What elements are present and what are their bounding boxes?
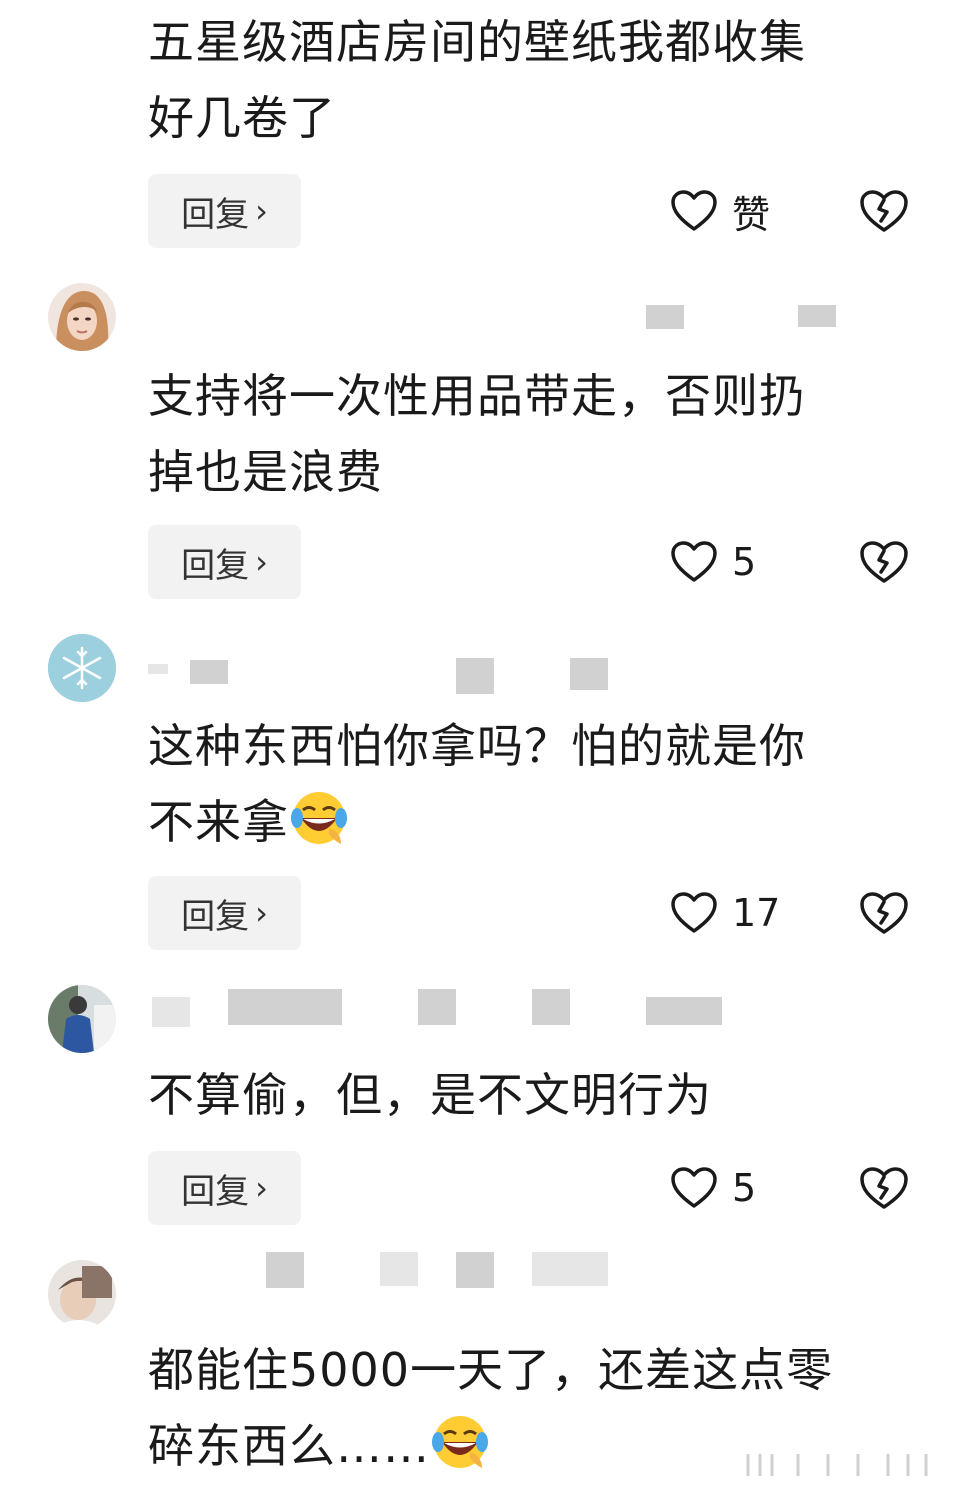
reply-label: 回复 — [181, 194, 250, 235]
comment-text: 支持将一次性用品带走，否则扔 掉也是浪费 — [148, 358, 918, 510]
username-blurred — [148, 1252, 848, 1292]
chevron-right-icon: › — [255, 543, 268, 581]
reply-button[interactable]: 回复 › — [148, 174, 301, 248]
like-button[interactable]: 赞 — [670, 174, 770, 248]
reply-button[interactable]: 回复 › — [148, 876, 301, 950]
woman-portrait-avatar — [48, 283, 116, 351]
comment-text-line: 好几卷了 — [148, 91, 336, 145]
person-photo-avatar — [48, 985, 116, 1053]
broken-heart-icon — [860, 892, 908, 934]
comment-text-line: 掉也是浪费 — [148, 445, 383, 499]
username-blurred — [148, 646, 848, 694]
like-count: 5 — [732, 540, 757, 584]
broken-heart-icon — [860, 1167, 908, 1209]
reply-label: 回复 — [181, 545, 250, 586]
comment-text-segment: 碎东西么…… — [148, 1419, 430, 1473]
avatar[interactable] — [48, 985, 116, 1053]
comment-text-line: 五星级酒店房间的壁纸我都收集 — [148, 15, 806, 69]
comment-text-line: 这种东西怕你拿吗？怕的就是你 — [148, 719, 806, 773]
avatar[interactable] — [48, 634, 116, 702]
dislike-button[interactable] — [858, 876, 912, 950]
avatar[interactable] — [48, 283, 116, 351]
heart-outline-icon — [671, 892, 717, 933]
like-count: 17 — [732, 891, 781, 935]
dislike-button[interactable] — [858, 525, 912, 599]
reply-label: 回复 — [181, 896, 250, 937]
chevron-right-icon: › — [255, 894, 268, 932]
reply-label: 回复 — [181, 1171, 250, 1212]
like-button[interactable]: 5 — [670, 525, 756, 599]
like-button[interactable]: 5 — [670, 1151, 756, 1225]
rofl-emoji-icon — [289, 788, 349, 848]
heart-outline-icon — [671, 541, 717, 582]
broken-heart-icon — [860, 541, 908, 583]
heart-outline-icon — [671, 190, 717, 231]
watermark-icon — [746, 1454, 928, 1476]
comment-text: 不算偷，但，是不文明行为 — [148, 1057, 918, 1133]
heart-outline-icon — [671, 1167, 717, 1208]
reply-button[interactable]: 回复 › — [148, 1151, 301, 1225]
child-photo-avatar — [48, 1260, 116, 1328]
comment-text: 五星级酒店房间的壁纸我都收集 好几卷了 — [148, 4, 918, 156]
comment-text-line: 都能住5000一天了，还差这点零 — [148, 1343, 834, 1397]
chevron-right-icon: › — [255, 1169, 268, 1207]
username-blurred — [148, 303, 848, 343]
snowflake-avatar — [48, 634, 116, 702]
comment-text-segment: 不来拿 — [148, 795, 289, 849]
comment-text-line: 支持将一次性用品带走，否则扔 — [148, 369, 806, 423]
reply-button[interactable]: 回复 › — [148, 525, 301, 599]
broken-heart-icon — [860, 190, 908, 232]
like-count: 5 — [732, 1166, 757, 1210]
username-blurred — [148, 989, 848, 1029]
rofl-emoji-icon — [430, 1412, 490, 1472]
comment-text-line: 不来拿 — [148, 784, 918, 860]
avatar[interactable] — [48, 1260, 116, 1328]
comment-text: 这种东西怕你拿吗？怕的就是你 不来拿 — [148, 708, 918, 860]
chevron-right-icon: › — [255, 192, 268, 230]
comment-text-line: 不算偷，但，是不文明行为 — [148, 1068, 712, 1122]
like-button[interactable]: 17 — [670, 876, 780, 950]
dislike-button[interactable] — [858, 1151, 912, 1225]
like-count: 赞 — [732, 192, 771, 237]
dislike-button[interactable] — [858, 174, 912, 248]
